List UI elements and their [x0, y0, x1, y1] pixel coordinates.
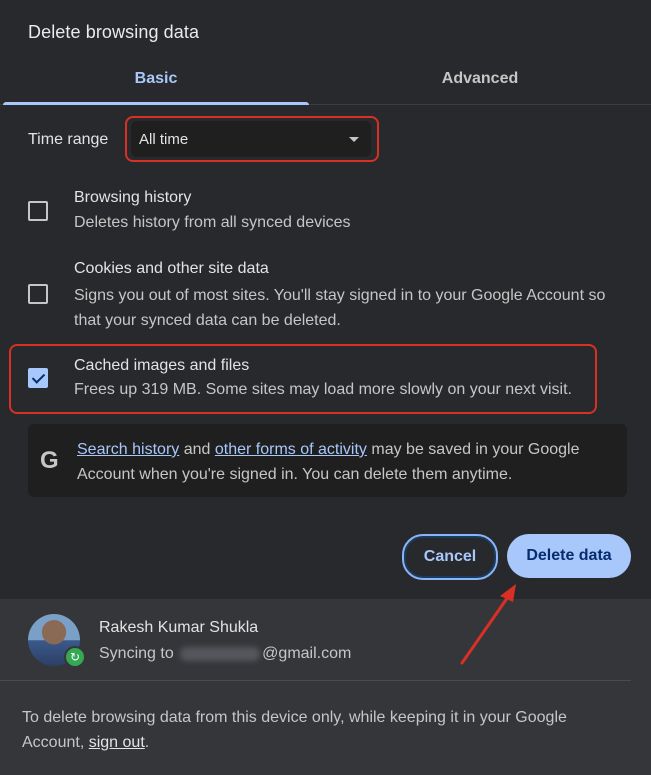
- footer-note: To delete browsing data from this device…: [22, 705, 622, 755]
- dialog-title: Delete browsing data: [28, 22, 200, 42]
- sign-out-link[interactable]: sign out: [89, 734, 145, 751]
- annotation-arrow-icon: [460, 584, 516, 665]
- delete-browsing-data-dialog: Delete browsing data Basic Advanced Time…: [0, 0, 651, 775]
- info-text: Search history and other forms of activi…: [77, 437, 617, 487]
- google-g-icon: G: [40, 447, 59, 474]
- time-range-select[interactable]: All time: [131, 121, 371, 157]
- time-range-label: Time range: [28, 131, 109, 148]
- sync-icon: ↻: [64, 646, 86, 668]
- account-footer: ↻ Rakesh Kumar Shukla Syncing to @gmail.…: [0, 599, 651, 775]
- option-description: Deletes history from all synced devices: [74, 214, 351, 231]
- info-mid-text: and: [183, 441, 211, 458]
- delete-data-button[interactable]: Delete data: [507, 534, 631, 578]
- option-title: Cached images and files: [74, 357, 250, 374]
- option-title: Browsing history: [74, 189, 192, 206]
- sync-status: Syncing to @gmail.com: [99, 645, 351, 663]
- cached-images-checkbox[interactable]: [28, 368, 48, 388]
- account-name: Rakesh Kumar Shukla: [99, 619, 259, 636]
- browsing-history-checkbox[interactable]: [28, 201, 48, 221]
- tab-advanced[interactable]: Advanced: [309, 58, 651, 104]
- time-range-value: All time: [139, 131, 189, 148]
- email-domain: @gmail.com: [262, 645, 352, 662]
- search-history-link[interactable]: Search history: [77, 441, 179, 458]
- sync-prefix: Syncing to: [99, 645, 174, 662]
- cookies-checkbox[interactable]: [28, 284, 48, 304]
- checkmark-icon: [31, 370, 46, 384]
- chevron-down-icon: [349, 137, 359, 142]
- google-activity-info: G Search history and other forms of acti…: [28, 424, 627, 497]
- option-title: Cookies and other site data: [74, 260, 269, 277]
- cancel-button[interactable]: Cancel: [402, 534, 498, 580]
- option-description: Signs you out of most sites. You'll stay…: [74, 287, 606, 329]
- other-activity-link[interactable]: other forms of activity: [215, 441, 367, 458]
- tab-bar: Basic Advanced: [0, 58, 651, 105]
- option-description: Frees up 319 MB. Some sites may load mor…: [74, 381, 572, 398]
- email-redacted: [180, 646, 261, 661]
- divider: [0, 680, 631, 681]
- footer-end: .: [144, 734, 150, 751]
- tab-basic[interactable]: Basic: [3, 58, 309, 105]
